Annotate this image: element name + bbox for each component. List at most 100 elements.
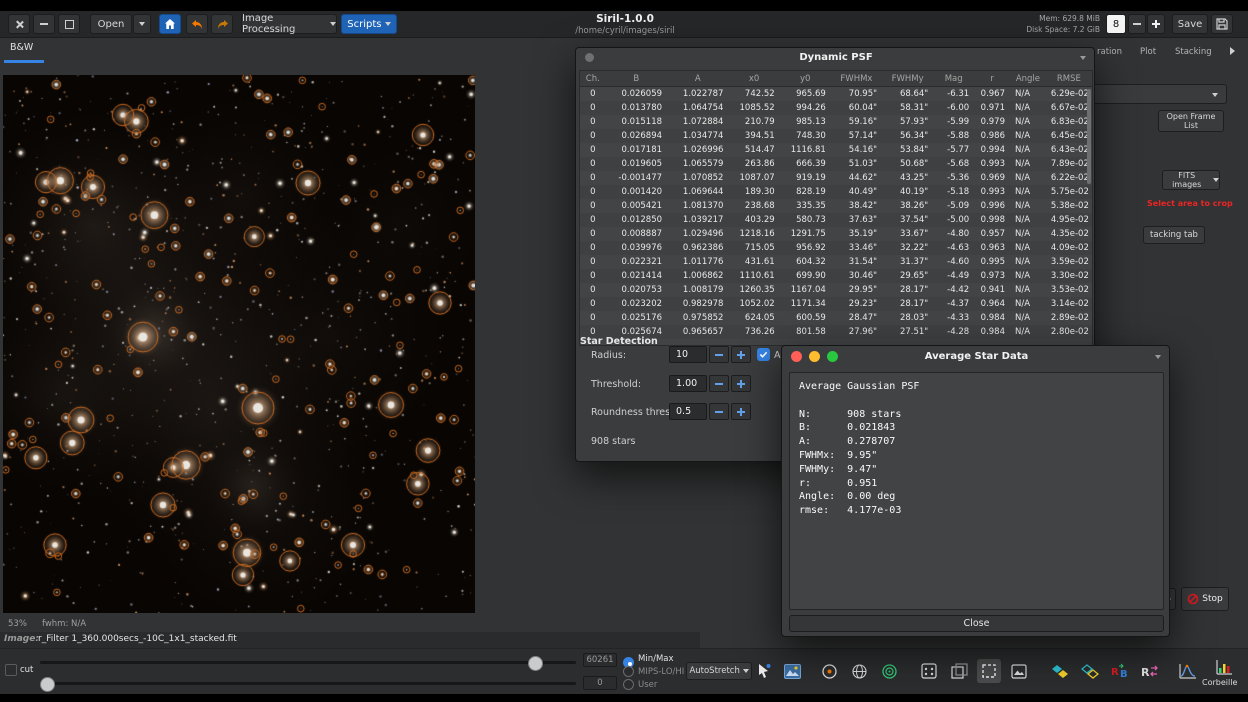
psf-table-row[interactable]: 00.0207531.0081791260.351167.0429.95"28.…	[580, 283, 1092, 297]
hi-slider[interactable]	[40, 661, 576, 664]
psf-column-header[interactable]: Angle	[1010, 71, 1046, 87]
sequence-stack-button[interactable]	[947, 659, 971, 683]
rgb-align-button[interactable]: R B	[1108, 659, 1132, 683]
goto-stacking-tab-button[interactable]: tacking tab	[1143, 226, 1205, 244]
psf-plot-button[interactable]	[1176, 659, 1200, 683]
threshold-value: 1.00	[676, 378, 697, 389]
fits-images-dropdown[interactable]: FITS images	[1162, 170, 1220, 190]
layers-spin-value[interactable]: 8	[1106, 14, 1126, 34]
lo-slider[interactable]	[40, 682, 576, 685]
psf-column-header[interactable]: FWHMx	[831, 71, 882, 87]
radius-minus-button[interactable]	[709, 346, 729, 363]
undo-button[interactable]	[186, 14, 208, 34]
autostretch-dropdown[interactable]: AutoStretch	[686, 662, 752, 680]
window-close-button[interactable]	[8, 14, 30, 34]
lo-value-field[interactable]: 0	[583, 676, 617, 690]
save-as-button[interactable]	[1211, 14, 1233, 34]
snapshot-button[interactable]	[1007, 659, 1031, 683]
psf-column-header[interactable]: Mag	[933, 71, 974, 87]
threshold-minus-button[interactable]	[709, 375, 729, 392]
layers-plus-button[interactable]	[1147, 14, 1165, 34]
trash-button[interactable]	[1212, 655, 1236, 679]
pixel-math-button[interactable]	[917, 659, 941, 683]
user-radio[interactable]	[623, 679, 634, 690]
r-align-button[interactable]: R	[1138, 659, 1162, 683]
open-dropdown-button[interactable]	[133, 14, 151, 34]
close-button[interactable]: Close	[789, 615, 1164, 632]
tab-registration[interactable]: ration	[1097, 47, 1122, 57]
mips-radio[interactable]	[623, 666, 634, 677]
target-button[interactable]	[877, 659, 901, 683]
astro-image[interactable]	[3, 75, 475, 613]
psf-table-row[interactable]: 00.0088871.0294961218.161291.7535.19"33.…	[580, 227, 1092, 241]
redo-button[interactable]	[211, 14, 233, 34]
chevron-down-icon[interactable]	[1155, 355, 1161, 359]
roundness-input[interactable]: 0.5	[669, 403, 707, 420]
psf-column-header[interactable]: Ch.	[580, 71, 606, 87]
avg-dialog-titlebar[interactable]: Average Star Data	[782, 346, 1171, 368]
psf-table-row[interactable]: 0-0.0014771.0708521087.07919.1944.62"43.…	[580, 171, 1092, 185]
radius-input[interactable]: 10	[669, 346, 707, 363]
minimize-light-icon[interactable]	[809, 351, 820, 362]
selection-tool-button[interactable]	[977, 659, 1001, 683]
psf-table-row[interactable]: 00.0260591.022787742.52965.6970.95"68.64…	[580, 87, 1092, 102]
psf-table-row[interactable]: 00.0268941.034774394.51748.3057.14"56.34…	[580, 129, 1092, 143]
chevron-down-icon[interactable]	[1080, 56, 1086, 60]
tab-plot[interactable]: Plot	[1140, 47, 1156, 57]
psf-table-row[interactable]: 00.0151181.072884210.79985.1359.16"57.93…	[580, 115, 1092, 129]
save-button[interactable]: Save	[1172, 14, 1208, 34]
image-display-button[interactable]	[780, 659, 804, 683]
channel-compose-button[interactable]	[1048, 659, 1072, 683]
psf-column-header[interactable]: x0	[728, 71, 779, 87]
psf-table-row[interactable]: 00.0054211.081370238.68335.3538.42"38.26…	[580, 199, 1092, 213]
image-processing-button[interactable]: Image Processing	[241, 14, 337, 34]
psf-cell: 0	[580, 227, 606, 241]
threshold-plus-button[interactable]	[731, 375, 751, 392]
pointer-tool-button[interactable]	[752, 659, 776, 683]
layers-minus-button[interactable]	[1128, 14, 1146, 34]
open-frame-list-button[interactable]: Open Frame List	[1158, 110, 1224, 132]
lo-slider-handle[interactable]	[40, 677, 55, 692]
roundness-plus-button[interactable]	[731, 403, 751, 420]
window-menu-button[interactable]	[585, 53, 594, 62]
hi-value-field[interactable]: 60261	[583, 653, 617, 667]
psf-dialog-titlebar[interactable]: Dynamic PSF	[576, 48, 1096, 68]
psf-table-row[interactable]: 00.0232020.9829781052.021171.3429.23"28.…	[580, 297, 1092, 311]
channel-extract-button[interactable]	[1078, 659, 1102, 683]
psf-column-header[interactable]: A	[667, 71, 728, 87]
psf-table-row[interactable]: 00.0171811.026996514.471116.8154.16"53.8…	[580, 143, 1092, 157]
psf-table-row[interactable]: 00.0214141.0068621110.61699.9030.46"29.6…	[580, 269, 1092, 283]
psf-table-row[interactable]: 00.0399760.962386715.05956.9233.46"32.22…	[580, 241, 1092, 255]
psf-table-row[interactable]: 00.0014201.069644189.30828.1940.49"40.19…	[580, 185, 1092, 199]
maximize-light-icon[interactable]	[827, 351, 838, 362]
open-button[interactable]: Open	[90, 14, 132, 34]
psf-column-header[interactable]: y0	[780, 71, 831, 87]
psf-table-row[interactable]: 00.0196051.065579263.86666.3951.03"50.68…	[580, 157, 1092, 171]
home-button[interactable]	[159, 14, 181, 34]
psf-table-row[interactable]: 00.0137801.0647541085.52994.2660.04"58.3…	[580, 101, 1092, 115]
cut-checkbox[interactable]	[5, 664, 17, 676]
astrometry-button[interactable]	[847, 659, 871, 683]
window-minimize-button[interactable]	[33, 14, 55, 34]
adjust-checkbox[interactable]	[757, 348, 770, 361]
radius-plus-button[interactable]	[731, 346, 751, 363]
threshold-input[interactable]: 1.00	[669, 375, 707, 392]
psf-column-header[interactable]: r	[974, 71, 1010, 87]
scripts-button[interactable]: Scripts	[341, 14, 397, 34]
roundness-minus-button[interactable]	[709, 403, 729, 420]
psf-table-row[interactable]: 00.0128501.039217403.29580.7337.63"37.54…	[580, 213, 1092, 227]
psf-column-header[interactable]: B	[606, 71, 667, 87]
table-scrollbar[interactable]	[1087, 89, 1091, 184]
tab-stacking[interactable]: Stacking	[1175, 47, 1212, 57]
psf-column-header[interactable]: RMSE	[1046, 71, 1092, 87]
hi-slider-handle[interactable]	[528, 656, 543, 671]
psf-table-row[interactable]: 00.0251760.975852624.05600.5928.47"28.03…	[580, 311, 1092, 325]
tab-bw[interactable]: B&W	[10, 42, 33, 53]
stop-button[interactable]: Stop	[1181, 587, 1229, 611]
psf-column-header[interactable]: FWHMy	[882, 71, 933, 87]
psf-table-row[interactable]: 00.0223211.011776431.61604.3231.54"31.37…	[580, 255, 1092, 269]
tab-scroll-right-icon[interactable]	[1230, 47, 1235, 55]
photometry-button[interactable]	[817, 659, 841, 683]
window-maximize-button[interactable]	[58, 14, 80, 34]
close-light-icon[interactable]	[791, 351, 802, 362]
